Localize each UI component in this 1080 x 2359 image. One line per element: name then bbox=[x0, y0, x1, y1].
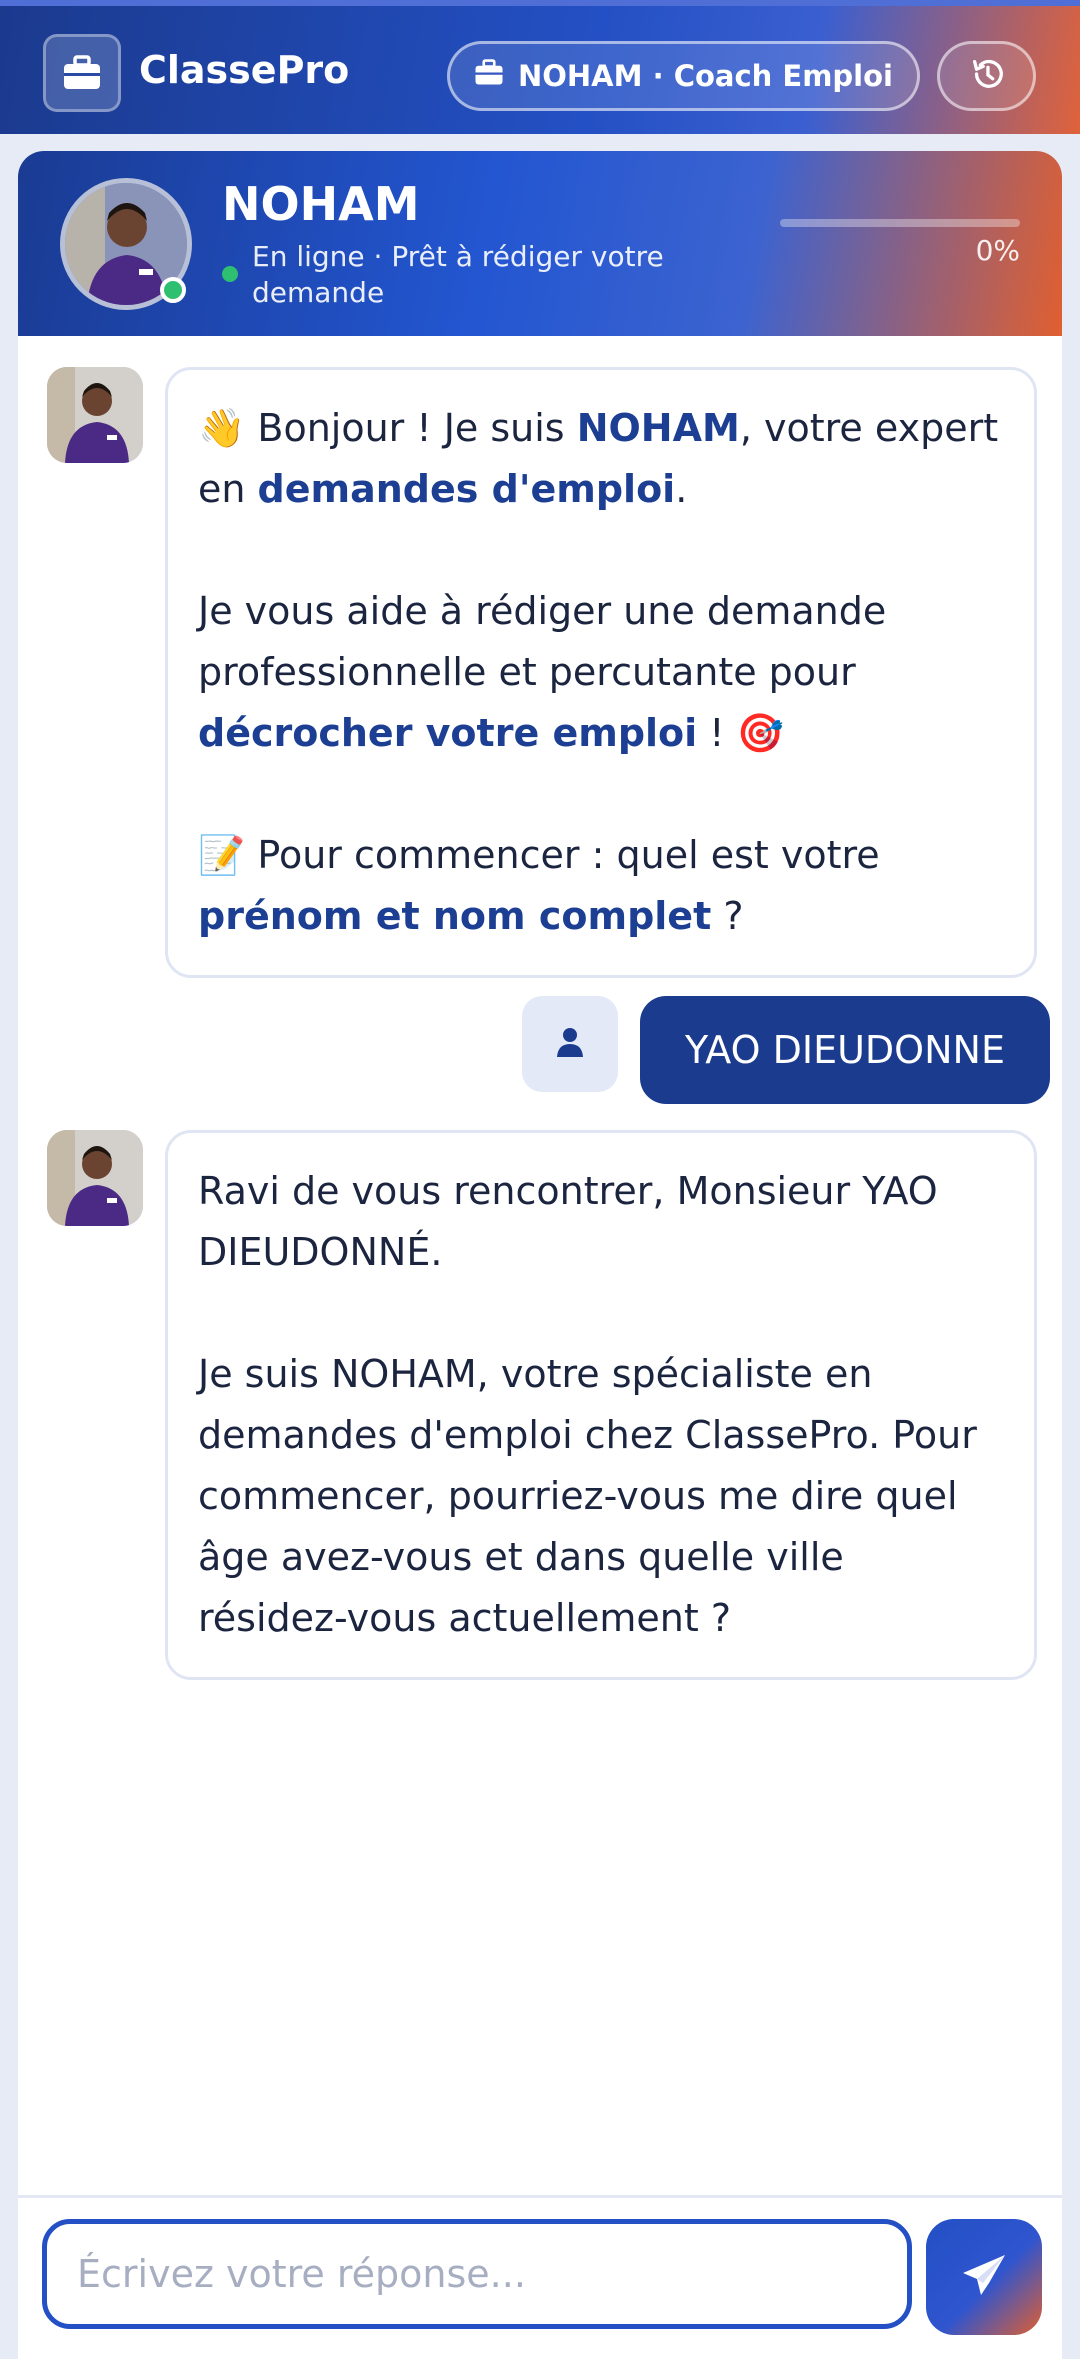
message-text: ? bbox=[711, 894, 744, 938]
user-icon bbox=[556, 1026, 584, 1062]
message-text: . bbox=[675, 467, 688, 511]
agent-name: NOHAM bbox=[222, 177, 420, 231]
chat-panel: NOHAM En ligne · Prêt à rédiger votre de… bbox=[18, 151, 1062, 2359]
status-dot bbox=[222, 266, 238, 282]
user-avatar bbox=[522, 996, 618, 1092]
message-paragraph: Je vous aide à rédiger une demande profe… bbox=[198, 581, 1004, 764]
message-text: Je vous aide à rédiger une demande profe… bbox=[198, 589, 887, 694]
message-paragraph: Ravi de vous rencontrer, Monsieur YAO DI… bbox=[198, 1169, 938, 1274]
app-top-bar: ClassePro NOHAM · Coach Emploi bbox=[0, 0, 1080, 134]
coach-selector-label: NOHAM · Coach Emploi bbox=[517, 59, 893, 93]
message-input[interactable] bbox=[42, 2219, 912, 2329]
progress-bar bbox=[780, 219, 1020, 227]
message-text: 📝 Pour commencer : quel est votre bbox=[198, 833, 880, 877]
message-paragraph: Je suis NOHAM, votre spécialiste en dema… bbox=[198, 1352, 977, 1640]
message-bold-text: prénom et nom complet bbox=[198, 894, 712, 938]
bot-avatar bbox=[47, 1130, 143, 1226]
message-bold-text: NOHAM bbox=[576, 406, 740, 450]
history-button[interactable] bbox=[937, 41, 1036, 111]
progress-percent: 0% bbox=[975, 234, 1020, 267]
bot-message-bubble: Ravi de vous rencontrer, Monsieur YAO DI… bbox=[165, 1130, 1037, 1680]
agent-status-text: En ligne · Prêt à rédiger votre demande bbox=[252, 240, 664, 309]
message-bold-text: décrocher votre emploi bbox=[198, 711, 698, 755]
message-paragraph: 📝 Pour commencer : quel est votre prénom… bbox=[198, 825, 1004, 947]
coach-selector-button[interactable]: NOHAM · Coach Emploi bbox=[447, 41, 920, 111]
bot-message-bubble: 👋 Bonjour ! Je suis NOHAM, votre expert … bbox=[165, 367, 1037, 978]
send-button[interactable] bbox=[926, 2219, 1042, 2335]
user-message-bubble: YAO DIEUDONNE bbox=[640, 996, 1050, 1104]
paper-plane-icon bbox=[959, 2251, 1009, 2304]
message-bold-text: demandes d'emploi bbox=[257, 467, 676, 511]
app-brand-name: ClassePro bbox=[139, 48, 350, 92]
bot-avatar bbox=[47, 367, 143, 463]
history-icon bbox=[968, 55, 1006, 97]
briefcase-icon bbox=[474, 59, 504, 93]
message-paragraph: 👋 Bonjour ! Je suis NOHAM, votre expert … bbox=[198, 398, 1004, 520]
message-text: 👋 Bonjour ! Je suis bbox=[198, 406, 577, 450]
agent-header: NOHAM En ligne · Prêt à rédiger votre de… bbox=[18, 151, 1062, 336]
message-text: ! 🎯 bbox=[697, 711, 784, 755]
message-composer bbox=[18, 2195, 1062, 2359]
online-indicator bbox=[160, 277, 186, 303]
briefcase-icon[interactable] bbox=[43, 34, 121, 112]
